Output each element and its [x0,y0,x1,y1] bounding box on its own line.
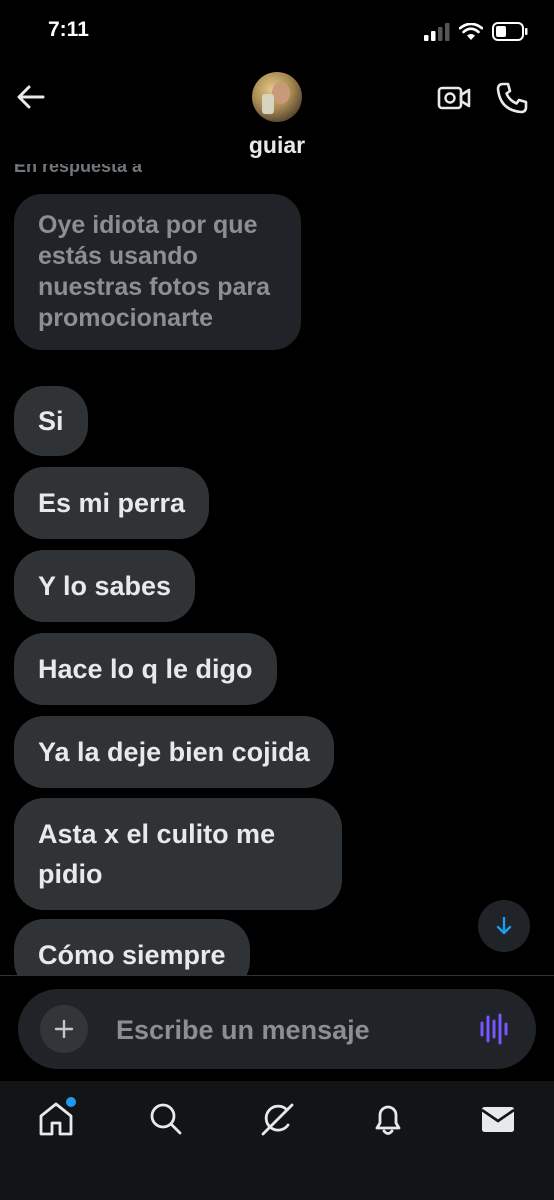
message-composer [18,989,536,1069]
voice-waveform-icon [480,1013,508,1045]
message-input[interactable] [114,1007,458,1053]
bell-icon [375,1105,401,1135]
message-bubble[interactable]: Ya la deje bien cojida [14,716,334,788]
message-bubble[interactable]: Si [14,386,88,456]
notification-dot [64,1095,78,1109]
conversation-header: guiar [0,64,554,174]
nav-messages[interactable] [478,1099,518,1139]
battery-icon [492,22,528,41]
message-text: Si [38,406,64,436]
phone-icon [496,82,528,114]
back-arrow-icon [17,85,45,109]
status-time: 7:11 [48,18,89,41]
voice-call-button[interactable] [494,80,530,116]
plus-icon [54,1019,74,1039]
message-text: Asta x el culito me pidio [38,819,276,889]
search-icon [150,1103,182,1135]
video-camera-icon [437,86,471,110]
message-text: Y lo sabes [38,571,172,601]
message-bubble[interactable]: Asta x el culito me pidio [14,798,342,910]
reply-indicator: En respuesta a [14,164,142,178]
quoted-message[interactable]: Oye idiota por que estás usando nuestras… [14,194,301,350]
contact-name[interactable]: guiar [0,132,554,159]
voice-message-button[interactable] [474,1011,514,1047]
add-attachment-button[interactable] [40,1005,88,1053]
status-bar: 7:11 [0,0,554,64]
quoted-message-text: Oye idiota por que estás usando nuestras… [38,211,271,332]
cellular-signal-icon [424,22,450,41]
nav-notifications[interactable] [368,1099,408,1139]
nav-grok[interactable] [257,1099,297,1139]
message-bubble[interactable]: Es mi perra [14,467,210,539]
message-text: Es mi perra [38,488,186,518]
reply-indicator-label: En respuesta a [14,164,143,176]
message-text: Ya la deje bien cojida [38,737,310,767]
message-text: Hace lo q le digo [38,654,253,684]
back-button[interactable] [14,80,48,114]
contact-avatar[interactable] [252,72,302,122]
nav-search[interactable] [146,1099,186,1139]
status-icons [424,22,528,41]
scroll-to-bottom-button[interactable] [478,900,530,952]
mail-icon [481,1107,515,1132]
message-bubble[interactable]: Y lo sabes [14,550,196,622]
message-bubble[interactable]: Hace lo q le digo [14,633,277,705]
wifi-icon [459,22,483,40]
message-text: Cómo siempre [38,940,226,970]
video-call-button[interactable] [436,80,472,116]
composer-area [0,975,554,1082]
bottom-navigation [0,1081,554,1200]
arrow-down-icon [496,916,512,935]
grok-icon [261,1103,294,1136]
nav-home[interactable] [36,1095,78,1139]
